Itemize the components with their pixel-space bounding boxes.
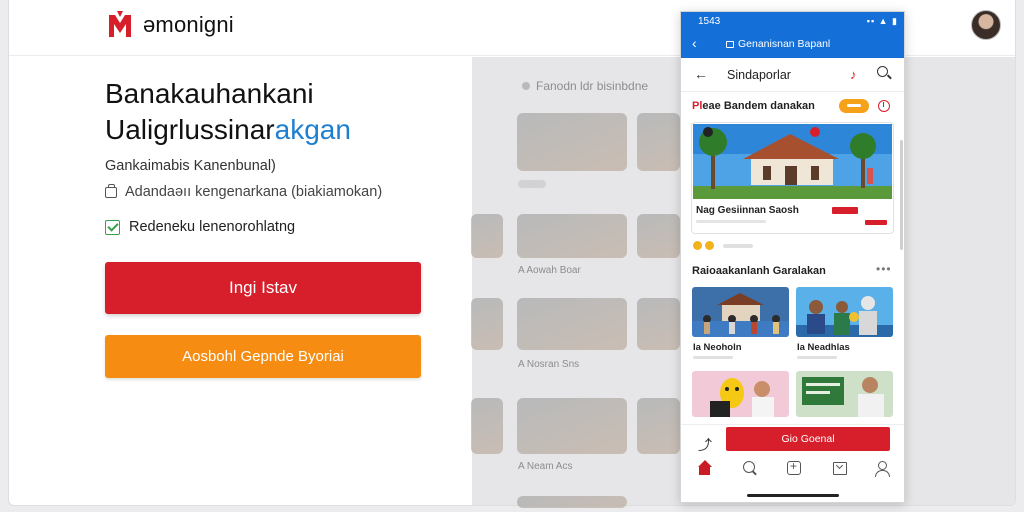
- consent-row[interactable]: Redeneku lenenorohlatng: [105, 219, 295, 235]
- secondary-button[interactable]: Aosbohl Gepnde Byoriai: [105, 335, 421, 378]
- background-tile: [637, 298, 680, 350]
- phone-preview: 1543 ▪▪ ▲ ▮ ‹ Genanisnan Bapanl ← Sindap…: [680, 11, 905, 503]
- background-tile: [517, 496, 627, 508]
- background-tile-caption: A Aowah Boar: [518, 265, 581, 276]
- title-line-2-accent: akgan: [274, 114, 351, 145]
- phone-header: ← Sindaporlar ♪: [681, 58, 904, 92]
- card-image: [693, 124, 892, 199]
- meta-text: Adandaəıı kengenarkana (biakiamokan): [125, 184, 383, 200]
- title-line-2-plain: Ualigrlussinar: [105, 114, 275, 145]
- profile-icon[interactable]: [874, 460, 890, 477]
- thumbnail-meta: [797, 356, 837, 359]
- card-label: [832, 207, 858, 214]
- thumbnail-meta: [693, 356, 733, 359]
- background-heading-icon: [522, 82, 530, 90]
- more-options-icon[interactable]: •••: [876, 262, 892, 276]
- thumbnail-image[interactable]: [692, 371, 789, 417]
- background-tile: [517, 298, 627, 350]
- avatar[interactable]: [971, 10, 1001, 40]
- meta-row: Adandaəıı kengenarkana (biakiamokan): [105, 183, 383, 200]
- title-line-2: Ualigrlussinarakgan: [105, 112, 351, 148]
- background-heading-text: Fanodn ldr bisinbdne: [536, 79, 649, 93]
- status-time: 1543: [698, 16, 721, 27]
- background-tile: [471, 214, 503, 258]
- background-tile: [637, 113, 680, 171]
- section-title-highlight: Pl: [692, 100, 703, 112]
- printer-icon: [105, 183, 117, 198]
- section-title-rest: eae Bandem danakan: [702, 100, 815, 112]
- subtitle: Gankaimabis Kanenbunal): [105, 158, 276, 174]
- add-icon[interactable]: [786, 459, 802, 476]
- reaction-count: [723, 243, 753, 248]
- thumbnail-image[interactable]: [796, 371, 893, 417]
- address-bar[interactable]: Genanisnan Bapanl: [726, 38, 830, 50]
- background-tile-caption: A Neam Acs: [518, 461, 573, 472]
- notification-icon[interactable]: ♪: [850, 67, 857, 82]
- background-tile: [637, 214, 680, 258]
- search-icon[interactable]: [877, 66, 888, 77]
- background-tile: [637, 398, 680, 454]
- section-title-featured: Pleae Bandem danakan: [692, 100, 815, 112]
- thumbnail-caption: Ia Neadhlas: [797, 342, 850, 353]
- thumbnail-caption: Ia Neoholn: [693, 342, 742, 353]
- search-tab-icon[interactable]: [742, 460, 758, 476]
- brand-logo-icon[interactable]: [107, 11, 133, 39]
- back-arrow-icon[interactable]: ←: [694, 66, 708, 82]
- share-icon[interactable]: ⤴: [698, 435, 712, 455]
- background-tile: [517, 214, 627, 258]
- thumbnail-image[interactable]: [796, 287, 893, 337]
- home-indicator: [747, 494, 839, 497]
- title-line-1: Banakauhankani: [105, 78, 314, 109]
- bottom-tab-bar: [681, 454, 904, 486]
- card-title: Nag Gesiinnan Saosh: [696, 205, 799, 216]
- thumbnail-image[interactable]: [692, 287, 789, 337]
- home-icon[interactable]: [697, 460, 713, 476]
- card-meta: [696, 220, 766, 223]
- address-text: Genanisnan Bapanl: [738, 38, 831, 50]
- primary-button[interactable]: Ingi Istav: [105, 262, 421, 314]
- section-title-related: Raioaakanlanh Garalakan: [692, 265, 826, 277]
- background-tile: [517, 113, 627, 171]
- background-tile: [471, 398, 503, 454]
- consent-checkbox[interactable]: [105, 219, 120, 235]
- featured-card[interactable]: Nag Gesiinnan Saosh: [691, 122, 894, 234]
- background-heading: Fanodn ldr bisinbdne: [522, 79, 648, 93]
- consent-label: Redeneku lenenorohlatng: [129, 219, 296, 235]
- background-tile: [517, 398, 627, 454]
- reaction-icon: [705, 241, 714, 250]
- lock-icon: [726, 40, 734, 48]
- phone-status-bar: 1543 ▪▪ ▲ ▮ ‹ Genanisnan Bapanl: [681, 12, 904, 58]
- inbox-icon[interactable]: [832, 460, 848, 476]
- cta-button[interactable]: Gio Goenal: [726, 427, 890, 451]
- card-label: [865, 220, 887, 225]
- signal-wifi-battery-icon: ▪▪ ▲ ▮: [866, 16, 898, 26]
- brand-name[interactable]: əmonigni: [143, 12, 234, 38]
- page-title: Banakauhankani Ualigrlussinarakgan: [105, 76, 351, 148]
- background-tile: [471, 298, 503, 350]
- scrollbar[interactable]: [900, 140, 903, 250]
- status-badge: [839, 99, 869, 113]
- background-tile-meta: [518, 180, 546, 188]
- reaction-icon: [693, 241, 702, 250]
- browser-back-icon[interactable]: ‹: [692, 35, 697, 51]
- background-tile-caption: A Nosran Sns: [518, 359, 580, 370]
- clock-icon[interactable]: [878, 100, 890, 112]
- phone-header-title: Sindaporlar: [727, 68, 791, 82]
- reactions-row[interactable]: [693, 241, 753, 250]
